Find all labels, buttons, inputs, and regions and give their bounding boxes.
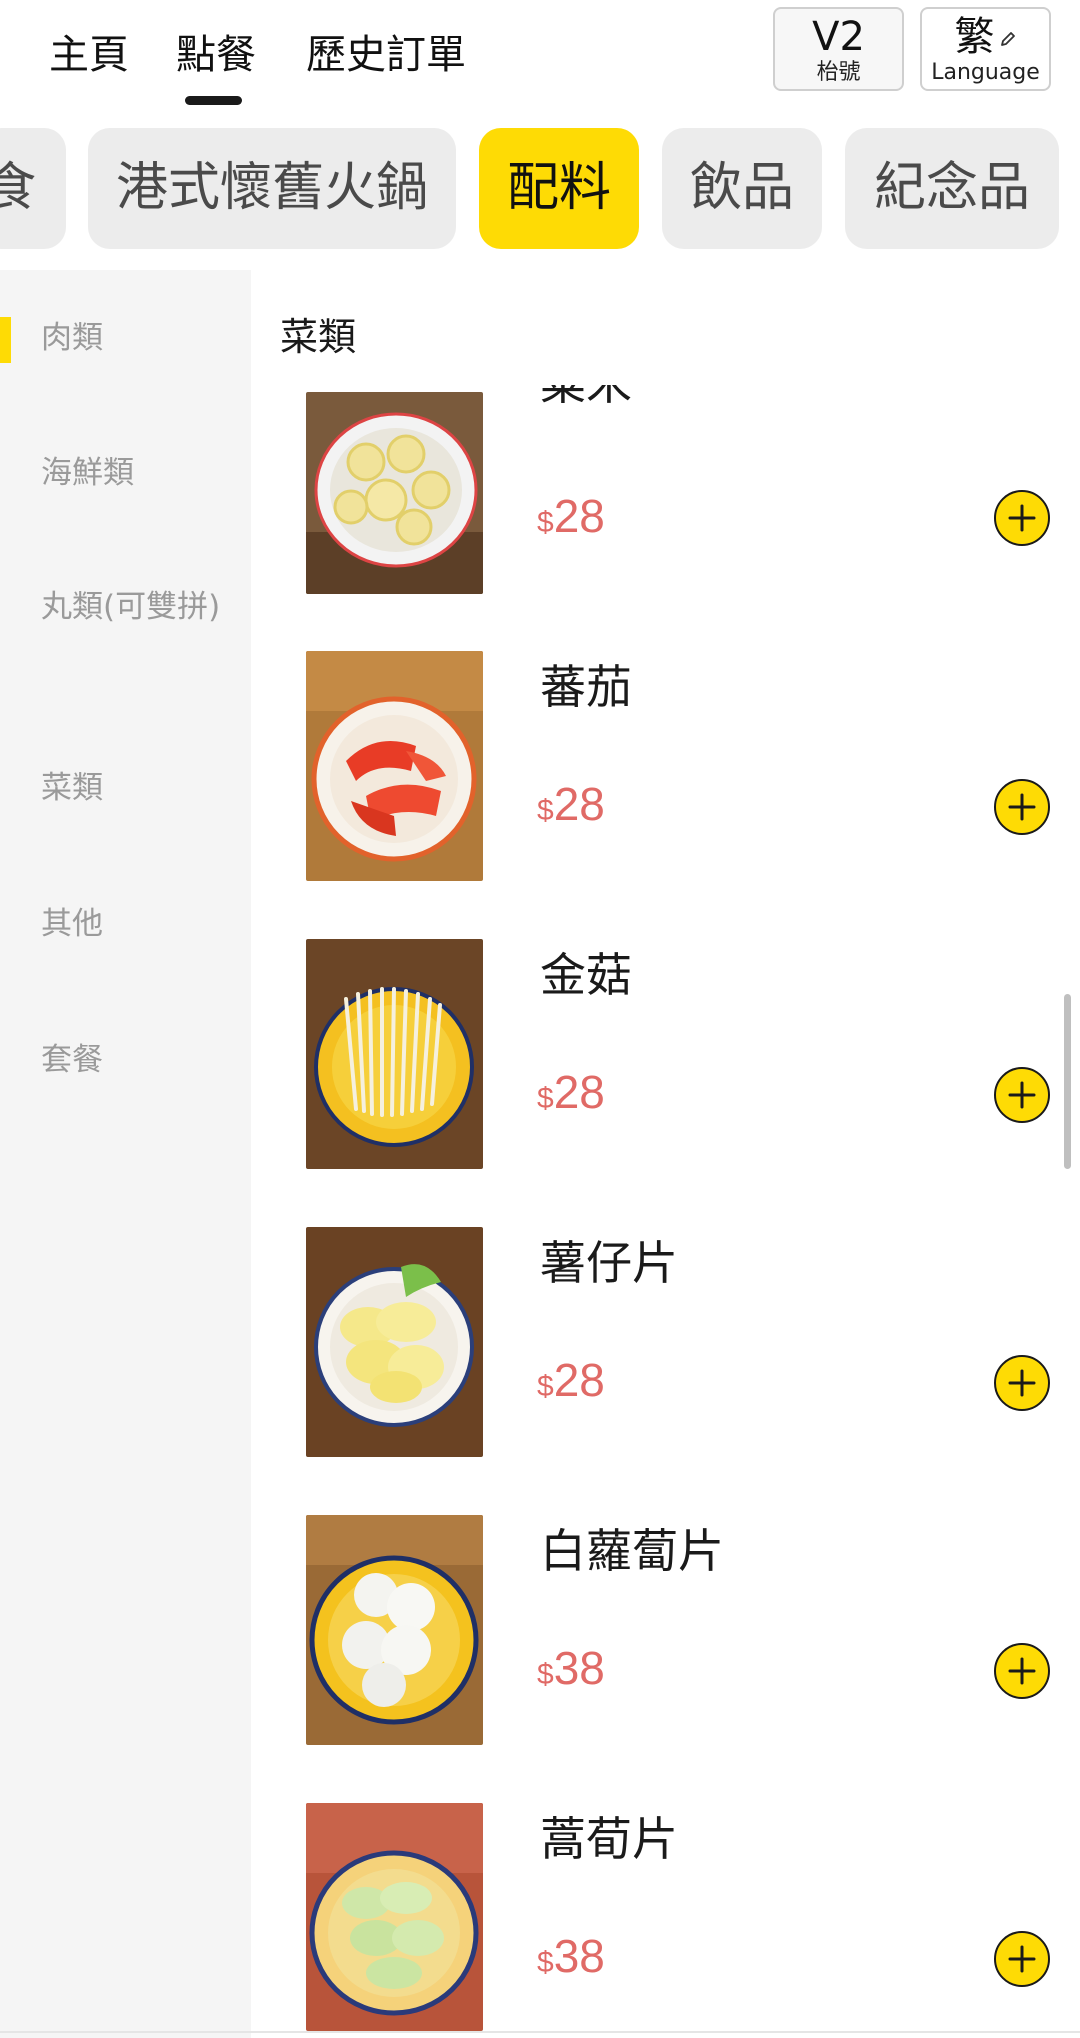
- item-image-radish: [306, 1515, 483, 1745]
- item-name: 白蘿蔔片: [540, 1524, 724, 1578]
- item-name: 粟米: [540, 385, 632, 413]
- category-pill-hotpot[interactable]: 港式懷舊火鍋: [88, 128, 456, 249]
- item-name: 蒿荀片: [540, 1812, 678, 1866]
- plus-icon: [1008, 1369, 1036, 1397]
- category-pill-partial[interactable]: 食: [0, 128, 66, 249]
- item-image-tomato: [306, 651, 483, 881]
- item-image-corn: [306, 392, 483, 594]
- plus-icon: [1008, 504, 1036, 532]
- sidebar-item-others[interactable]: 其他: [41, 903, 231, 945]
- language-label: Language: [931, 60, 1040, 85]
- pencil-icon: [1000, 32, 1015, 46]
- item-name: 蕃茄: [540, 660, 632, 714]
- item-image-lettuce-stem: [306, 1803, 483, 2031]
- add-item-button[interactable]: [994, 490, 1050, 546]
- table-label: 枱號: [816, 60, 861, 85]
- item-price: $28: [537, 1354, 605, 1406]
- subcategory-sidebar: [0, 270, 251, 2038]
- tab-order[interactable]: 點餐: [176, 22, 256, 80]
- table-code: V2: [812, 14, 865, 60]
- active-tab-indicator: [185, 96, 242, 105]
- language-code: 繁: [954, 14, 995, 60]
- category-bar: 食 港式懷舊火鍋 配料 飲品 紀念品: [0, 128, 1080, 250]
- table-number-button[interactable]: V2 枱號: [773, 7, 904, 91]
- sidebar-item-set-meals[interactable]: 套餐: [41, 1039, 231, 1081]
- plus-icon: [1008, 1081, 1036, 1109]
- add-item-button[interactable]: [994, 1643, 1050, 1699]
- sidebar-item-meat[interactable]: 肉類: [41, 317, 231, 359]
- item-name: 金菇: [540, 948, 632, 1002]
- add-item-button[interactable]: [994, 1067, 1050, 1123]
- item-price: $28: [537, 778, 605, 830]
- sidebar-item-seafood[interactable]: 海鮮類: [41, 452, 231, 494]
- item-price: $38: [537, 1930, 605, 1982]
- tab-order-history[interactable]: 歷史訂單: [306, 22, 466, 80]
- plus-icon: [1008, 1657, 1036, 1685]
- top-nav: 主頁 點餐 歷史訂單 V2 枱號 繁 Language: [0, 0, 1080, 110]
- category-pill-souvenirs[interactable]: 紀念品: [845, 128, 1059, 249]
- bottom-divider: [0, 2031, 1080, 2033]
- sidebar-item-balls[interactable]: 丸類(可雙拼): [41, 586, 231, 628]
- add-item-button[interactable]: [994, 779, 1050, 835]
- add-item-button[interactable]: [994, 1931, 1050, 1987]
- language-code-row: 繁: [922, 15, 1049, 59]
- item-price: $28: [537, 1066, 605, 1118]
- add-item-button[interactable]: [994, 1355, 1050, 1411]
- language-button[interactable]: 繁 Language: [920, 7, 1051, 91]
- item-price: $28: [537, 490, 605, 542]
- scrollbar[interactable]: [1064, 994, 1071, 1169]
- plus-icon: [1008, 1945, 1036, 1973]
- item-image-potato: [306, 1227, 483, 1457]
- item-name: 薯仔片: [540, 1236, 678, 1290]
- item-image-enoki: [306, 939, 483, 1169]
- section-title: 菜類: [280, 315, 357, 359]
- category-pill-drinks[interactable]: 飲品: [662, 128, 822, 249]
- category-pill-toppings[interactable]: 配料: [479, 128, 639, 249]
- plus-icon: [1008, 793, 1036, 821]
- sidebar-item-vegetables[interactable]: 菜類: [41, 767, 231, 809]
- tab-home[interactable]: 主頁: [49, 22, 129, 80]
- item-price: $38: [537, 1642, 605, 1694]
- sidebar-active-marker: [0, 317, 11, 363]
